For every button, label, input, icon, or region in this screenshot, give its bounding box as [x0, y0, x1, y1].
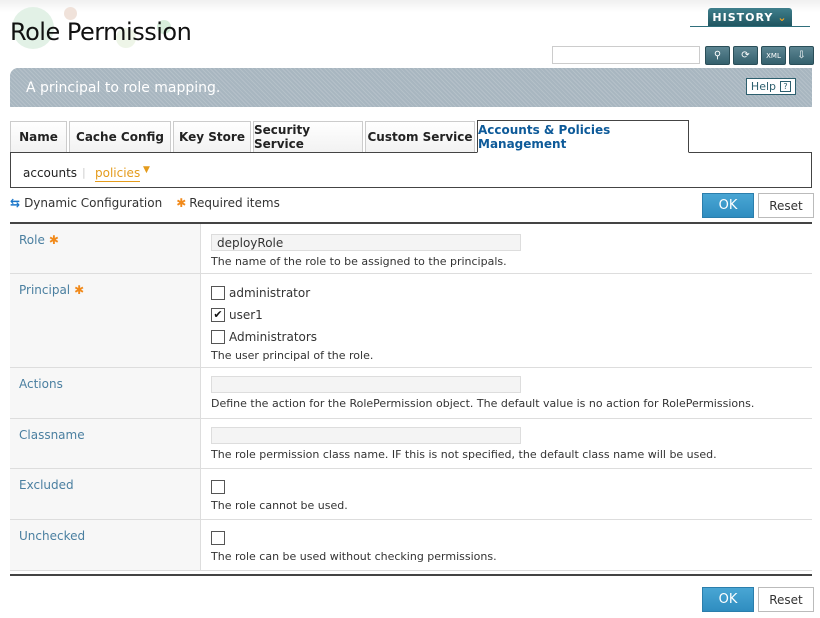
info-legend: ⇆ Dynamic Configuration ✱ Required items — [10, 196, 280, 210]
principal-label-text: Principal — [19, 283, 71, 297]
excluded-label: Excluded — [10, 469, 200, 519]
dropdown-arrow-icon[interactable]: ▼ — [143, 165, 150, 175]
tab-cache-config[interactable]: Cache Config — [69, 121, 171, 152]
principal-checkbox-user1[interactable]: ✔ — [211, 307, 225, 322]
excluded-description: The role cannot be used. — [211, 499, 348, 512]
form-row-classname: Classname The role permission class name… — [10, 419, 812, 469]
principal-option: administrator — [211, 284, 812, 301]
help-icon: ? — [780, 81, 791, 92]
role-label-text: Role — [19, 233, 45, 247]
role-permission-form: Role ✱ deployRole The name of the role to… — [10, 222, 812, 571]
help-button[interactable]: Help ? — [745, 78, 796, 95]
tab-security-service[interactable]: Security Service — [253, 121, 363, 152]
banner-description: A principal to role mapping. — [26, 80, 221, 96]
page-title: Role Permission — [10, 18, 192, 46]
help-label: Help — [750, 80, 776, 93]
search-input[interactable] — [552, 46, 700, 64]
dynamic-configuration-label: Dynamic Configuration — [24, 196, 163, 210]
required-asterisk-icon: ✱ — [48, 233, 59, 247]
unchecked-label: Unchecked — [10, 520, 200, 570]
principal-option-label: user1 — [229, 307, 263, 322]
principal-checkbox-administrator[interactable] — [211, 285, 225, 300]
excluded-checkbox[interactable] — [211, 479, 225, 494]
tab-name[interactable]: Name — [10, 121, 67, 152]
history-bar: HISTORY ⌄ — [690, 8, 810, 27]
sub-navigation: accounts | policies ▼ — [10, 152, 812, 188]
tab-bar: Name Cache Config Key Store Security Ser… — [10, 120, 691, 153]
principal-option-label: Administrators — [229, 329, 318, 344]
ok-button-top[interactable]: OK — [702, 193, 754, 218]
search-button[interactable]: ⚲ — [705, 46, 730, 65]
refresh-icon: ⟳ — [741, 50, 750, 61]
role-input[interactable]: deployRole — [211, 234, 521, 251]
download-button[interactable]: ⇩ — [789, 46, 814, 65]
dynamic-configuration-icon: ⇆ — [10, 196, 21, 210]
principal-checkbox-administrators[interactable] — [211, 329, 225, 344]
actions-label: Actions — [10, 368, 200, 418]
classname-label: Classname — [10, 419, 200, 468]
description-banner: A principal to role mapping. Help ? — [10, 68, 812, 107]
tab-key-store[interactable]: Key Store — [173, 121, 251, 152]
search-icon: ⚲ — [713, 50, 722, 61]
actions-input[interactable] — [211, 376, 521, 393]
ok-button-bottom[interactable]: OK — [702, 587, 754, 612]
tab-custom-service[interactable]: Custom Service — [365, 121, 475, 152]
role-description: The name of the role to be assigned to t… — [211, 255, 507, 268]
reset-button-bottom[interactable]: Reset — [758, 587, 814, 612]
classname-input[interactable] — [211, 427, 521, 444]
form-row-excluded: Excluded The role cannot be used. — [10, 469, 812, 520]
history-button[interactable]: HISTORY ⌄ — [708, 8, 792, 26]
refresh-button[interactable]: ⟳ — [733, 46, 758, 65]
form-bottom-divider — [10, 574, 812, 576]
principal-option: ✔ user1 — [211, 306, 812, 323]
tab-accounts-policies-management[interactable]: Accounts & Policies Management — [477, 120, 689, 153]
unchecked-option — [211, 529, 812, 546]
principal-option: Administrators — [211, 328, 812, 345]
form-row-actions: Actions Define the action for the RolePe… — [10, 368, 812, 419]
xml-export-icon: XML — [766, 51, 781, 60]
unchecked-description: The role can be used without checking pe… — [211, 550, 497, 563]
chevron-down-icon: ⌄ — [777, 10, 788, 24]
principal-description: The user principal of the role. — [211, 349, 374, 362]
form-row-unchecked: Unchecked The role can be used without c… — [10, 520, 812, 571]
subnav-accounts[interactable]: accounts — [23, 166, 77, 180]
required-asterisk-icon: ✱ — [74, 283, 85, 297]
principal-label: Principal ✱ — [10, 274, 200, 367]
actions-description: Define the action for the RolePermission… — [211, 397, 755, 410]
history-label: HISTORY — [712, 10, 774, 24]
subnav-policies[interactable]: policies — [95, 166, 141, 182]
excluded-option — [211, 478, 812, 495]
xml-export-button[interactable]: XML — [761, 46, 786, 65]
classname-description: The role permission class name. IF this … — [211, 448, 717, 461]
required-asterisk-icon: ✱ — [176, 196, 187, 210]
principal-option-label: administrator — [229, 285, 311, 300]
role-label: Role ✱ — [10, 224, 200, 273]
subnav-separator: | — [82, 166, 86, 179]
document-download-icon: ⇩ — [797, 50, 806, 61]
form-row-principal: Principal ✱ administrator ✔ user1 Administ… — [10, 274, 812, 368]
unchecked-checkbox[interactable] — [211, 530, 225, 545]
form-row-role: Role ✱ deployRole The name of the role to… — [10, 224, 812, 274]
reset-button-top[interactable]: Reset — [758, 193, 814, 218]
required-items-label: Required items — [189, 196, 280, 210]
